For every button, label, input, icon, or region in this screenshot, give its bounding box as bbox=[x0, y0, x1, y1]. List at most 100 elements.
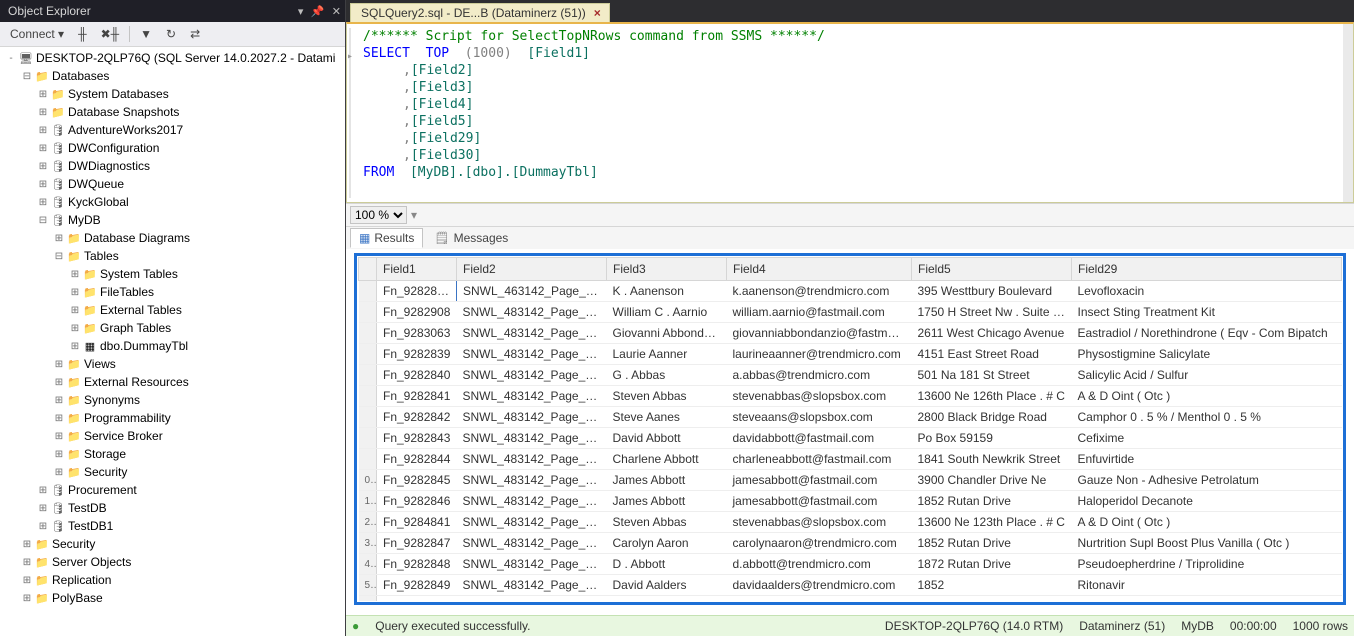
cell[interactable]: Salicylic Acid / Sulfur bbox=[1072, 365, 1342, 386]
stop-icon[interactable]: ✖╫ bbox=[97, 24, 124, 44]
cell[interactable]: Pseudoepherdrine / Triprolidine bbox=[1072, 554, 1342, 575]
collapse-icon[interactable]: ⊟ bbox=[20, 71, 34, 82]
expand-icon[interactable]: ⊞ bbox=[52, 359, 66, 370]
table-row[interactable]: Fn_9282841SNWL_483142_Page_5658Steven Ab… bbox=[359, 386, 1342, 407]
cell[interactable]: SNWL_483142_Page_5659 bbox=[457, 533, 607, 554]
tree-node[interactable]: ⊞🛢AdventureWorks2017 bbox=[0, 121, 345, 139]
cell[interactable]: 2611 West Chicago Avenue bbox=[912, 323, 1072, 344]
tree-node[interactable]: ⊞📁PolyBase bbox=[0, 589, 345, 607]
cell[interactable]: SNWL_483142_Page_5588 bbox=[457, 323, 607, 344]
cell[interactable]: 501 Na 181 St Street bbox=[912, 365, 1072, 386]
table-row[interactable]: Fn_9282842SNWL_483142_Page_5658Steve Aan… bbox=[359, 407, 1342, 428]
table-row[interactable]: Fn_9282840SNWL_483142_Page_5658G . Abbas… bbox=[359, 365, 1342, 386]
cell[interactable]: Fn_9282848 bbox=[377, 554, 457, 575]
cell[interactable]: Gauze Non - Adhesive Petrolatum bbox=[1072, 470, 1342, 491]
tree-node[interactable]: ⊞📁Storage bbox=[0, 445, 345, 463]
cell[interactable]: davidaalders@trendmicro.com bbox=[727, 575, 912, 596]
cell[interactable]: Fn_9283063 bbox=[377, 323, 457, 344]
cell[interactable]: steveaans@slopsbox.com bbox=[727, 407, 912, 428]
tree-node[interactable]: ⊞📁System Databases bbox=[0, 85, 345, 103]
tab-results[interactable]: ▦ Results bbox=[350, 228, 423, 248]
cell[interactable]: SNWL_483142_Page_5658 bbox=[457, 344, 607, 365]
cell[interactable]: jamesabbott@fastmail.com bbox=[727, 470, 912, 491]
server-node[interactable]: - 🖥 DESKTOP-2QLP76Q (SQL Server 14.0.202… bbox=[0, 49, 345, 67]
cell[interactable]: jamesabbott@fastmail.com bbox=[727, 491, 912, 512]
expand-icon[interactable]: ⊞ bbox=[36, 143, 50, 154]
table-row[interactable]: 2Fn_9284841SNWL_483142_Page_5658Steven A… bbox=[359, 512, 1342, 533]
cell[interactable]: Enfuvirtide bbox=[1072, 449, 1342, 470]
cell[interactable]: Donna Abbott bbox=[607, 596, 727, 602]
cell[interactable]: Camphor 0 . 5 % / Menthol 0 . 5 % bbox=[1072, 407, 1342, 428]
cell[interactable]: stevenabbas@slopsbox.com bbox=[727, 386, 912, 407]
cell[interactable]: D . Abbott bbox=[607, 554, 727, 575]
expand-icon[interactable]: ⊞ bbox=[52, 377, 66, 388]
tree-node[interactable]: ⊞📁System Tables bbox=[0, 265, 345, 283]
tree-node[interactable]: ⊞📁Views bbox=[0, 355, 345, 373]
table-row[interactable]: Fn_9282843SNWL_483142_Page_5658David Abb… bbox=[359, 428, 1342, 449]
object-explorer-tree[interactable]: - 🖥 DESKTOP-2QLP76Q (SQL Server 14.0.202… bbox=[0, 47, 345, 636]
cell[interactable]: 1852 Rutan Drive bbox=[912, 491, 1072, 512]
table-row[interactable]: Fn_9282844SNWL_483142_Page_5658Charlene … bbox=[359, 449, 1342, 470]
cell[interactable]: 1872 Rutan Drive bbox=[912, 554, 1072, 575]
tree-node[interactable]: ⊞🛢TestDB1 bbox=[0, 517, 345, 535]
expand-icon[interactable]: ⊞ bbox=[68, 287, 82, 298]
cell[interactable]: Eastradiol / Norethindrone ( Eqv - Com B… bbox=[1072, 323, 1342, 344]
cell[interactable]: SNWL_463142_Page_5661 bbox=[457, 281, 607, 302]
tree-node[interactable]: ⊞📁Programmability bbox=[0, 409, 345, 427]
tree-node[interactable]: ⊞📁Replication bbox=[0, 571, 345, 589]
cell[interactable]: SNWL_483142_Page_5659 bbox=[457, 554, 607, 575]
cell[interactable]: 395 Westtbury Boulevard bbox=[912, 281, 1072, 302]
tree-node[interactable]: ⊞📁External Tables bbox=[0, 301, 345, 319]
cell[interactable]: SNWL_483142_Page_5658 bbox=[457, 386, 607, 407]
expand-icon[interactable]: ⊞ bbox=[68, 305, 82, 316]
cell[interactable]: 3900 Chandler Drive Ne bbox=[912, 470, 1072, 491]
tree-node[interactable]: ⊞▦dbo.DummayTbl bbox=[0, 337, 345, 355]
zoom-select[interactable]: 100 % bbox=[350, 206, 407, 224]
collapse-icon[interactable]: ⊟ bbox=[36, 215, 50, 226]
expand-icon[interactable]: ⊞ bbox=[52, 395, 66, 406]
expand-icon[interactable]: ⊞ bbox=[52, 233, 66, 244]
table-row[interactable]: Fn_9282908SNWL_483142_Page_5567William C… bbox=[359, 302, 1342, 323]
expand-icon[interactable]: - bbox=[4, 53, 18, 64]
cell[interactable]: 1750 H Street Nw . Suite 500 bbox=[912, 302, 1072, 323]
cell[interactable]: Carolyn Aaron bbox=[607, 533, 727, 554]
cell[interactable]: Fn_9282850 bbox=[377, 596, 457, 602]
cell[interactable]: 2800 Black Bridge Road bbox=[912, 407, 1072, 428]
cell[interactable]: k.aanenson@trendmicro.com bbox=[727, 281, 912, 302]
cell[interactable]: Fn_9282839 bbox=[377, 344, 457, 365]
tree-node[interactable]: ⊟📁Tables bbox=[0, 247, 345, 265]
editor-scrollbar[interactable] bbox=[1343, 24, 1353, 202]
cell[interactable]: 1852 bbox=[912, 575, 1072, 596]
cell[interactable]: SNWL_483142_Page_5658 bbox=[457, 512, 607, 533]
cell[interactable]: giovanniabbondanzio@fastmail.com bbox=[727, 323, 912, 344]
cell[interactable]: charleneabbott@fastmail.com bbox=[727, 449, 912, 470]
cell[interactable]: K . Aanenson bbox=[607, 281, 727, 302]
tree-node[interactable]: ⊞🛢KyckGlobal bbox=[0, 193, 345, 211]
results-grid[interactable]: Field1Field2Field3Field4Field5Field29 Fn… bbox=[358, 257, 1342, 601]
pin-icon[interactable]: 📌 bbox=[311, 6, 325, 18]
expand-icon[interactable]: ⊞ bbox=[20, 593, 34, 604]
cell[interactable]: Laurie Aanner bbox=[607, 344, 727, 365]
expand-icon[interactable]: ⊞ bbox=[52, 467, 66, 478]
expand-icon[interactable]: ⊞ bbox=[20, 575, 34, 586]
expand-icon[interactable]: ⊞ bbox=[36, 197, 50, 208]
tree-node[interactable]: ⊞🛢DWConfiguration bbox=[0, 139, 345, 157]
tree-node[interactable]: ⊞📁External Resources bbox=[0, 373, 345, 391]
tree-node[interactable]: ⊞📁Security bbox=[0, 535, 345, 553]
column-header[interactable]: Field2 bbox=[457, 258, 607, 281]
cell[interactable]: 1852 Rutan Drive bbox=[912, 533, 1072, 554]
dropdown-icon[interactable]: ▾ bbox=[298, 6, 304, 18]
table-row[interactable]: Fn_9282863SNWL_463142_Page_5661K . Aanen… bbox=[359, 281, 1342, 302]
tree-node[interactable]: ⊞📁Graph Tables bbox=[0, 319, 345, 337]
close-tab-icon[interactable]: × bbox=[594, 6, 601, 20]
column-header[interactable]: Field5 bbox=[912, 258, 1072, 281]
cell[interactable]: SNWL_483142_Page_5658 bbox=[457, 407, 607, 428]
cell[interactable]: Po Box 59159 bbox=[912, 428, 1072, 449]
expand-icon[interactable]: ⊞ bbox=[36, 179, 50, 190]
cell[interactable]: G . Abbas bbox=[607, 365, 727, 386]
refresh-icon[interactable]: ↻ bbox=[162, 24, 180, 44]
cell[interactable]: 1841 South Newkrik Street bbox=[912, 449, 1072, 470]
cell[interactable]: laurineaanner@trendmicro.com bbox=[727, 344, 912, 365]
tree-node[interactable]: ⊞📁FileTables bbox=[0, 283, 345, 301]
table-row[interactable]: 4Fn_9282848SNWL_483142_Page_5659D . Abbo… bbox=[359, 554, 1342, 575]
